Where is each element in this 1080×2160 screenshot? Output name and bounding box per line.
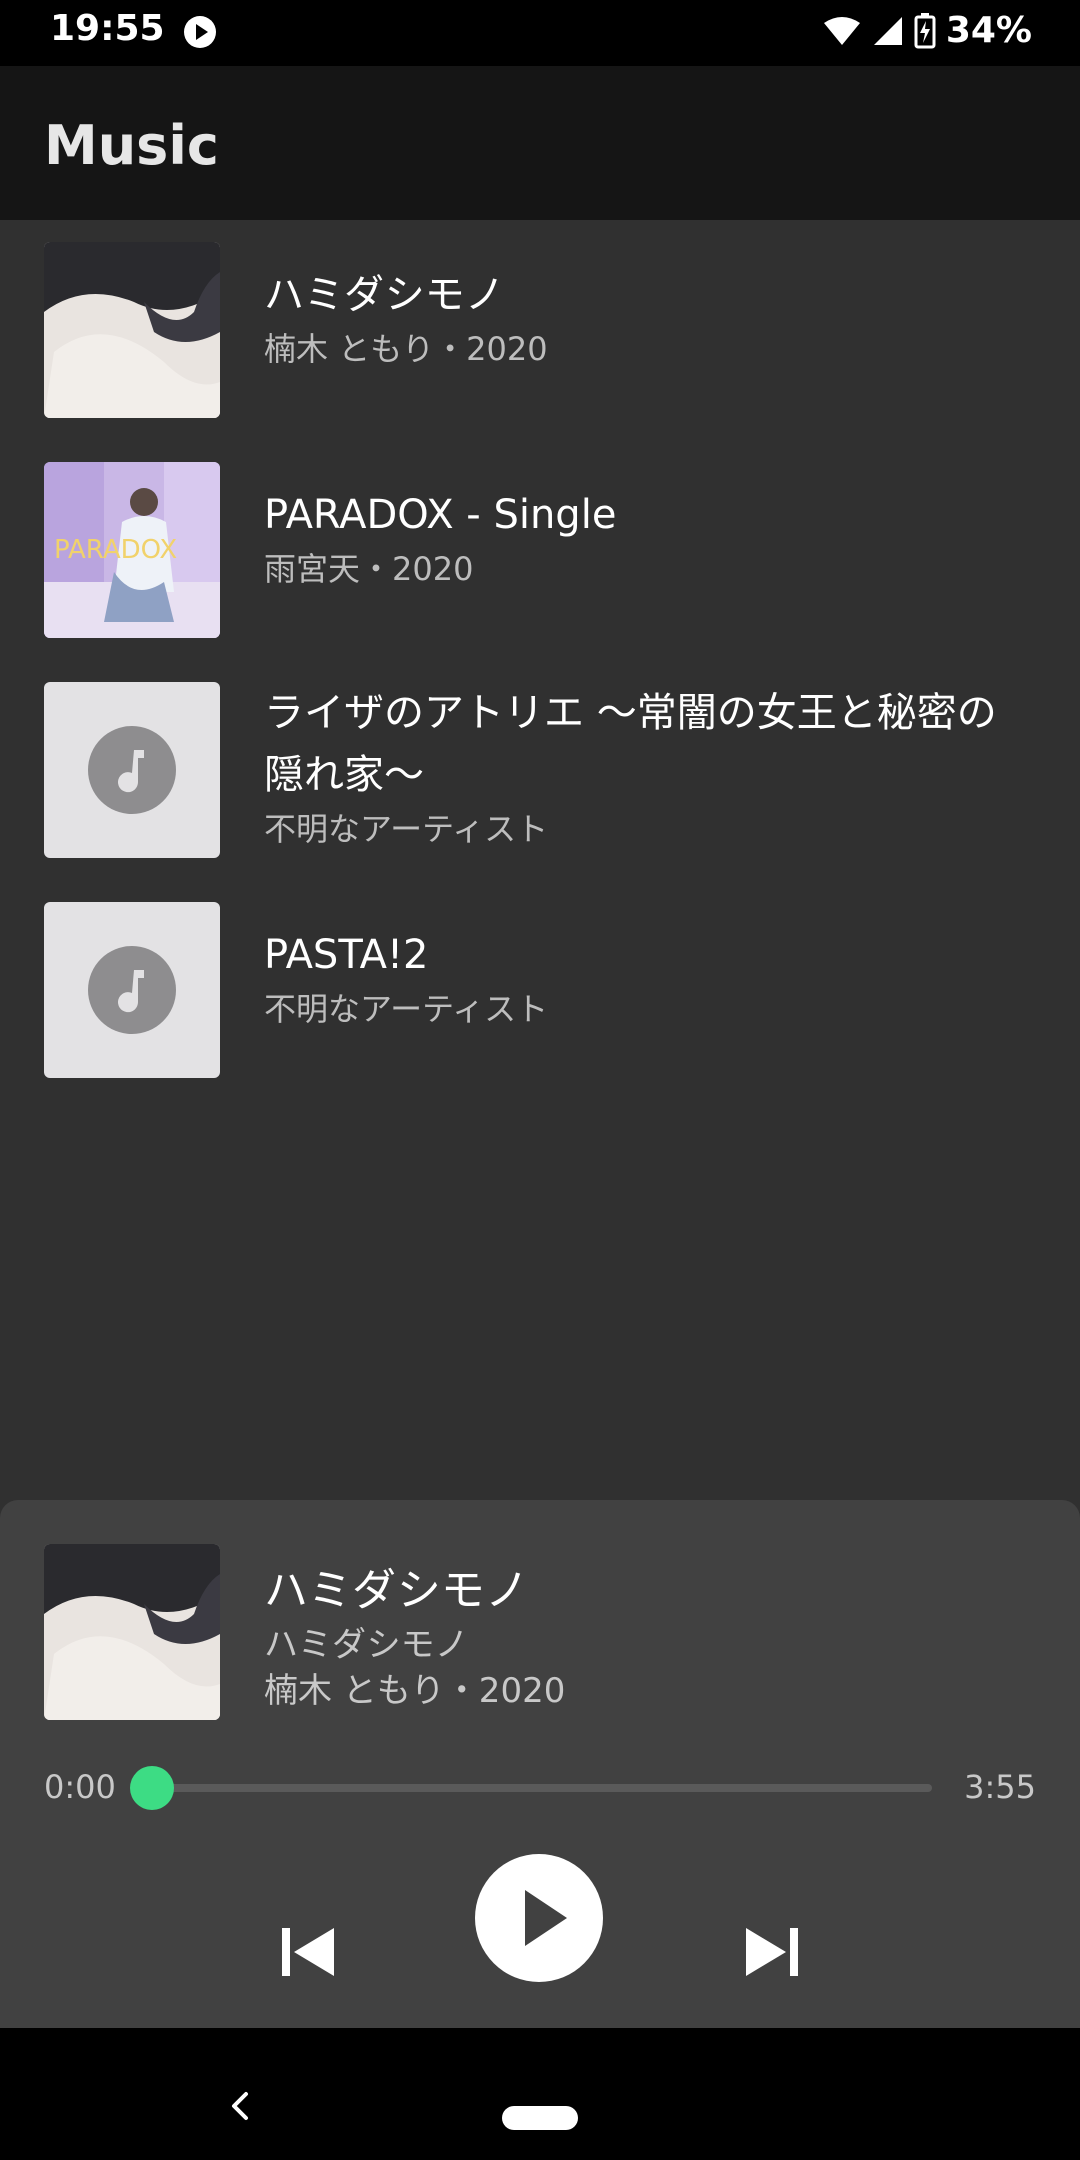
navigation-bar	[0, 2028, 1080, 2160]
total-time: 3:55	[964, 1768, 1036, 1806]
skip-previous-icon[interactable]	[276, 1920, 340, 1984]
now-playing-art	[44, 1544, 220, 1720]
music-note-icon	[88, 726, 176, 814]
back-icon[interactable]	[222, 2088, 258, 2124]
album-title: PASTA!2	[264, 932, 429, 978]
skip-next-icon[interactable]	[740, 1920, 804, 1984]
album-art	[44, 242, 220, 418]
album-subtitle: 不明なアーティスト	[264, 990, 549, 1028]
album-subtitle: 楠木 ともり・2020	[264, 330, 548, 368]
play-button[interactable]	[475, 1854, 603, 1982]
app-title: Music	[44, 114, 219, 177]
now-playing-panel: ハミダシモノ ハミダシモノ 楠木 ともり・2020 0:00 3:55	[0, 1500, 1080, 2028]
home-pill[interactable]	[502, 2106, 578, 2130]
seek-thumb[interactable]	[130, 1766, 174, 1810]
signal-icon	[873, 16, 902, 45]
album-title: ライザのアトリエ ～常闇の女王と秘密の隠れ家～	[264, 690, 997, 798]
album-item-hamidashimono[interactable]: ハミダシモノ 楠木 ともり・2020	[0, 220, 1080, 440]
battery-icon	[914, 12, 936, 48]
play-icon	[184, 16, 216, 48]
album-subtitle: 不明なアーティスト	[264, 810, 549, 848]
album-art-placeholder	[44, 902, 220, 1078]
album-title: PARADOX - Single	[264, 492, 617, 538]
seek-track[interactable]	[152, 1784, 932, 1792]
status-icons: 34%	[822, 10, 1032, 51]
music-note-icon	[88, 946, 176, 1034]
now-playing-album: ハミダシモノ	[264, 1625, 469, 1665]
album-item-paradox[interactable]: PARADOX PARADOX - Single 雨宮天・2020	[0, 440, 1080, 660]
current-time: 0:00	[44, 1768, 116, 1806]
battery-percent: 34%	[945, 10, 1032, 51]
album-item-ryza[interactable]: ライザのアトリエ ～常闇の女王と秘密の隠れ家～ 不明なアーティスト	[0, 660, 1080, 880]
album-art: PARADOX	[44, 462, 220, 638]
now-playing-title: ハミダシモノ	[264, 1565, 529, 1616]
album-art-placeholder	[44, 682, 220, 858]
wifi-icon	[823, 16, 860, 45]
status-bar: 19:55 34%	[0, 0, 1080, 66]
now-playing-artist-year: 楠木 ともり・2020	[264, 1671, 566, 1711]
album-subtitle: 雨宮天・2020	[264, 550, 474, 588]
album-item-pasta2[interactable]: PASTA!2 不明なアーティスト	[0, 880, 1080, 1100]
album-title: ハミダシモノ	[264, 272, 505, 318]
app-bar: Music	[0, 66, 1080, 220]
svg-text:PARADOX: PARADOX	[54, 535, 177, 565]
play-icon	[525, 1890, 567, 1946]
status-time: 19:55	[50, 8, 165, 49]
